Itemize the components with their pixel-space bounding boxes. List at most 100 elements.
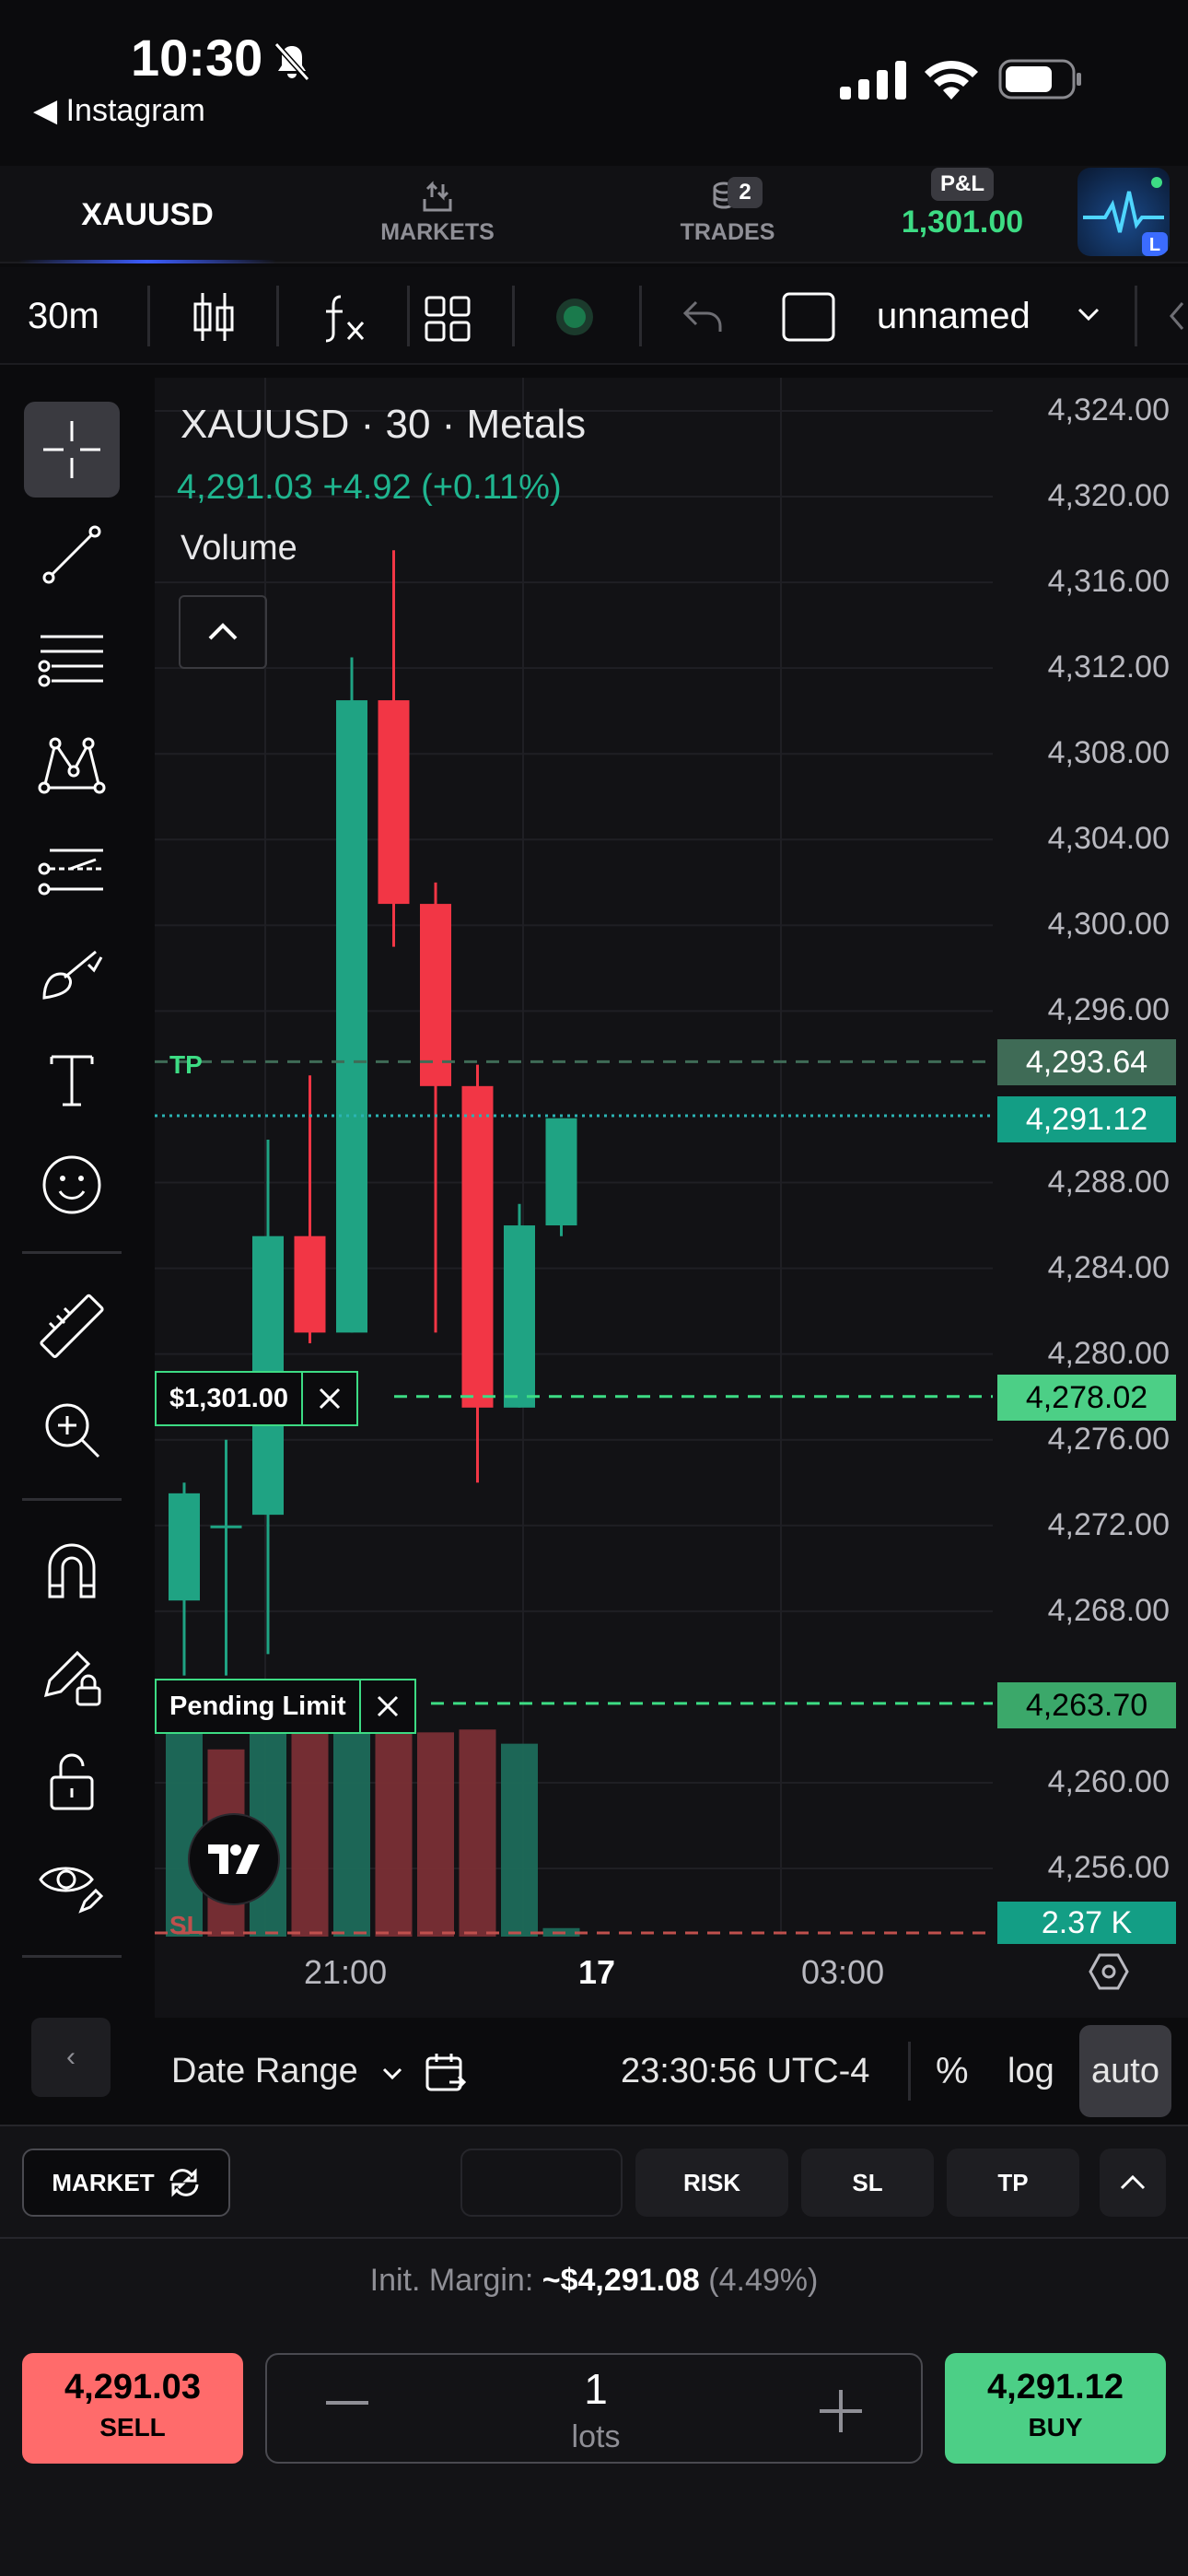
indicators-icon[interactable] xyxy=(317,291,368,343)
toolbar-divider xyxy=(1135,286,1137,346)
risk-button[interactable]: RISK xyxy=(635,2149,788,2217)
candle-body xyxy=(336,700,367,1333)
lock-drawings-tool[interactable] xyxy=(24,1627,120,1723)
status-bar: 10:30 ◀ Instagram xyxy=(0,0,1188,147)
pattern-tool[interactable] xyxy=(24,717,120,813)
position-price-tag[interactable]: 4,278.02 xyxy=(997,1375,1176,1421)
cellular-signal-icon xyxy=(840,61,906,100)
volume-indicator-label[interactable]: Volume xyxy=(181,529,297,568)
volume-bar xyxy=(333,1721,370,1937)
chart-title: XAUUSD · 30 · Metals xyxy=(181,402,587,447)
current-price-tag: 4,291.12 xyxy=(997,1096,1176,1142)
candle-style-icon[interactable] xyxy=(190,289,238,345)
sell-price: 4,291.03 xyxy=(64,2368,201,2406)
unlock-tool[interactable] xyxy=(24,1732,120,1828)
expand-order-button[interactable] xyxy=(1100,2149,1166,2217)
time-label: 21:00 xyxy=(304,1953,388,1991)
chart-toolbar: 30m unnamed xyxy=(0,267,1188,365)
fib-retracement-tool[interactable] xyxy=(24,612,120,708)
date-range-selector[interactable]: Date Range xyxy=(171,2018,404,2125)
smiley-icon xyxy=(42,1155,101,1214)
forecast-tool[interactable] xyxy=(24,822,120,918)
position-order-box[interactable]: $1,301.00 xyxy=(155,1371,359,1426)
init-margin-value: ~$4,291.08 xyxy=(542,2263,700,2298)
timezone-clock[interactable]: 23:30:56 UTC-4 xyxy=(621,2018,869,2125)
alert-status-icon[interactable] xyxy=(554,297,595,337)
visibility-tool[interactable] xyxy=(24,1837,120,1933)
init-margin-percent: (4.49%) xyxy=(708,2263,819,2298)
undo-icon[interactable] xyxy=(680,297,726,337)
chart-canvas[interactable] xyxy=(155,378,1188,2018)
measure-tool[interactable] xyxy=(24,1277,120,1373)
brush-icon xyxy=(42,950,103,1000)
tab-markets[interactable]: MARKETS xyxy=(350,179,525,246)
candle-body xyxy=(461,1085,494,1408)
cancel-pending-button[interactable] xyxy=(361,1680,414,1732)
crosshair-tool[interactable] xyxy=(24,402,120,498)
buy-button[interactable]: 4,291.12 BUY xyxy=(945,2353,1166,2464)
volume-bar xyxy=(291,1732,329,1937)
buy-label: BUY xyxy=(1028,2413,1083,2441)
emoji-tool[interactable] xyxy=(24,1137,120,1233)
tradingview-logo[interactable] xyxy=(188,1813,280,1905)
close-icon xyxy=(319,1388,341,1410)
text-tool[interactable] xyxy=(24,1032,120,1128)
volume-bar xyxy=(417,1732,454,1937)
quantity-stepper[interactable]: 1 lots xyxy=(265,2353,923,2464)
close-icon xyxy=(377,1695,398,1717)
layout-grid-icon[interactable] xyxy=(424,295,472,343)
magnet-tool[interactable] xyxy=(24,1522,120,1618)
percent-scale-button[interactable]: % xyxy=(936,2018,969,2125)
calendar-go-to-icon[interactable] xyxy=(424,2051,468,2095)
tab-trades[interactable]: 2 TRADES xyxy=(645,177,810,246)
toolbar-divider xyxy=(908,2042,911,2101)
back-to-app-link[interactable]: ◀ Instagram xyxy=(33,92,205,129)
eye-icon xyxy=(39,1867,104,1914)
price-axis-label: 4,284.00 xyxy=(1047,1249,1170,1285)
plus-icon[interactable] xyxy=(820,2390,862,2432)
collapse-legend-button[interactable] xyxy=(179,595,267,669)
interval-selector[interactable]: 30m xyxy=(28,267,99,365)
battery-icon xyxy=(998,59,1081,100)
take-profit-button[interactable]: TP xyxy=(947,2149,1079,2217)
text-icon xyxy=(50,1055,94,1107)
log-scale-button[interactable]: log xyxy=(1007,2018,1054,2125)
price-axis-label: 4,280.00 xyxy=(1047,1335,1170,1371)
sidebar-divider xyxy=(22,1955,122,1958)
pending-order-label: Pending Limit xyxy=(157,1680,361,1732)
account-avatar[interactable]: L xyxy=(1077,168,1170,256)
price-axis-label: 4,272.00 xyxy=(1047,1506,1170,1542)
status-time: 10:30 xyxy=(131,29,263,87)
chart-settings-icon[interactable] xyxy=(1089,1951,1129,1992)
sell-button[interactable]: 4,291.03 SELL xyxy=(22,2353,243,2464)
layout-name-selector[interactable]: unnamed xyxy=(877,267,1031,365)
chevron-up-icon xyxy=(1120,2174,1146,2190)
drawing-tools-sidebar xyxy=(0,369,147,1958)
tp-price-tag[interactable]: 4,293.64 xyxy=(997,1039,1176,1085)
trend-line-icon xyxy=(42,525,101,584)
trend-line-tool[interactable] xyxy=(24,507,120,603)
chart-quote: 4,291.03 +4.92 (+0.11%) xyxy=(177,468,562,507)
zoom-tool[interactable] xyxy=(24,1382,120,1478)
buy-price: 4,291.12 xyxy=(987,2368,1124,2406)
tab-symbol[interactable]: XAUUSD xyxy=(0,166,295,263)
close-position-button[interactable] xyxy=(303,1373,356,1424)
toolbar-divider xyxy=(147,286,150,346)
stop-loss-button[interactable]: SL xyxy=(801,2149,934,2217)
chevron-down-icon[interactable] xyxy=(1076,306,1101,324)
sl-label: SL xyxy=(169,1911,203,1939)
order-option-empty[interactable] xyxy=(460,2149,623,2217)
brush-tool[interactable] xyxy=(24,927,120,1023)
order-type-button[interactable]: MARKET xyxy=(22,2149,230,2217)
collapse-sidebar-button[interactable]: ‹ xyxy=(31,2018,111,2097)
price-chart[interactable]: XAUUSD · 30 · Metals 4,291.03 +4.92 (+0.… xyxy=(155,378,1188,2018)
pending-order-box[interactable]: Pending Limit xyxy=(155,1679,416,1734)
chevron-left-icon[interactable] xyxy=(1168,300,1186,332)
pnl-label: P&L xyxy=(931,168,994,201)
pnl-display[interactable]: P&L 1,301.00 xyxy=(884,168,1041,240)
fullscreen-icon[interactable] xyxy=(781,291,836,343)
candle-body xyxy=(169,1493,200,1601)
auto-scale-button[interactable]: auto xyxy=(1079,2025,1171,2117)
price-axis-label: 4,260.00 xyxy=(1047,1763,1170,1799)
pending-price-tag[interactable]: 4,263.70 xyxy=(997,1682,1176,1728)
